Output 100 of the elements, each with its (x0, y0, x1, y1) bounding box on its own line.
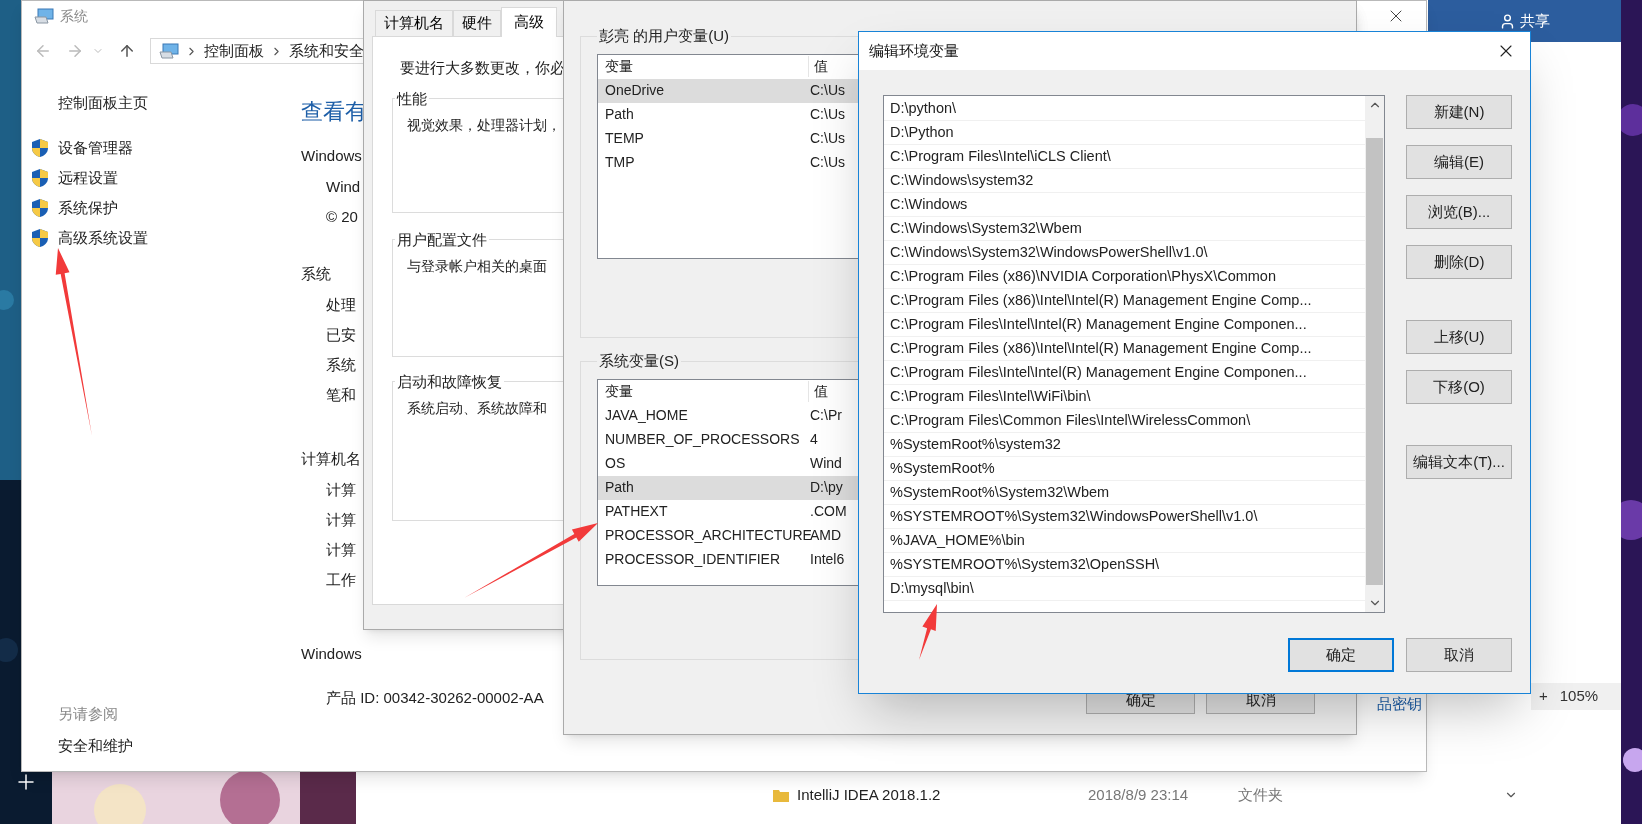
path-entry[interactable]: C:\Windows\System32\WindowsPowerShell\v1.0\ (884, 241, 1365, 265)
breadcrumb-item[interactable]: 控制面板 (204, 39, 264, 63)
action-button[interactable]: 删除(D) (1406, 245, 1512, 279)
tab[interactable]: 硬件 (453, 10, 501, 36)
path-entry[interactable]: C:\Program Files (x86)\NVIDIA Corporation\PhysX\Common (884, 265, 1365, 289)
zoom-in-label[interactable]: + (1539, 685, 1548, 708)
variable-value: C:\Us (810, 129, 845, 148)
sidebar-link[interactable]: 设备管理器 (58, 136, 133, 160)
variable-row[interactable]: Path D:\py (598, 475, 860, 500)
column-header[interactable]: 值 (809, 56, 828, 77)
shield-icon (31, 228, 49, 248)
product-id-text: 产品 ID: 00342-30262-00002-AA (326, 687, 544, 708)
variable-value: Intel6 (810, 550, 845, 569)
see-also-heading: 另请参阅 (58, 704, 119, 724)
section-text: 系统 (325, 355, 356, 375)
intro-text: 要进行大多数更改，你必 (399, 58, 565, 78)
scrollbar-thumb[interactable] (1366, 138, 1383, 585)
variable-name: TMP (604, 153, 636, 172)
file-date: 2018/8/9 23:14 (1088, 784, 1190, 805)
section-title: Windows (301, 146, 362, 166)
group-title: 用户配置文件 (396, 229, 488, 250)
variable-value: Wind (810, 454, 842, 473)
share-button[interactable]: 共享 (1499, 9, 1550, 33)
variable-row[interactable]: OneDrive C:\Us (598, 78, 860, 103)
control-panel-home-link[interactable]: 控制面板主页 (58, 93, 148, 113)
tab[interactable]: 高级 (501, 7, 557, 37)
variable-name: Path (604, 105, 635, 124)
variable-name: PROCESSOR_IDENTIFIER (604, 550, 782, 569)
variable-name: PROCESSOR_ARCHITECTURE (604, 526, 810, 545)
section-text: © 20 (325, 207, 358, 227)
path-entry[interactable]: %SYSTEMROOT%\System32\OpenSSH\ (884, 553, 1365, 577)
action-button[interactable]: 新建(N) (1406, 95, 1512, 129)
path-entry[interactable]: C:\Windows (884, 193, 1365, 217)
path-entry[interactable]: %SystemRoot%\system32 (884, 433, 1365, 457)
path-entry[interactable]: C:\Windows\system32 (884, 169, 1365, 193)
column-header[interactable]: 值 (809, 381, 828, 402)
path-entry[interactable]: C:\Program Files\Intel\WiFi\bin\ (884, 385, 1365, 409)
breadcrumb-item[interactable]: 系统和安全 (289, 39, 364, 63)
dialog-title: 编辑环境变量 (869, 40, 959, 61)
column-header[interactable]: 变量 (598, 381, 809, 402)
up-icon[interactable] (118, 42, 136, 60)
file-name: IntelliJ IDEA 2018.1.2 (797, 784, 942, 805)
sidebar-link[interactable]: 系统保护 (58, 196, 118, 220)
section-text: 计算 (325, 480, 356, 500)
section-title: 计算机名 (301, 449, 361, 469)
path-entry[interactable]: %SYSTEMROOT%\System32\WindowsPowerShell\v1.0\ (884, 505, 1365, 529)
product-key-link[interactable]: 品密钥 (1377, 695, 1422, 713)
folder-icon (773, 788, 789, 802)
section-text: 已安 (325, 325, 356, 345)
file-row[interactable]: IntelliJ IDEA 2018.1.2 2018/8/9 23:14 文件夹 (773, 783, 1283, 807)
shield-icon (31, 138, 49, 158)
variable-value: C:\Pr (810, 406, 842, 425)
path-entry[interactable]: D:\Python (884, 121, 1365, 145)
path-entry[interactable]: C:\Program Files\Intel\Intel(R) Management Engine Componen... (884, 313, 1365, 337)
action-button[interactable]: 上移(U) (1406, 320, 1512, 354)
path-entry[interactable]: C:\Windows\System32\Wbem (884, 217, 1365, 241)
section-text: 计算 (325, 540, 356, 560)
variable-value: AMD (810, 526, 842, 545)
path-entry[interactable]: C:\Program Files\Common Files\Intel\WirelessCommon\ (884, 409, 1365, 433)
section-text: 计算 (325, 510, 356, 530)
sidebar-link[interactable]: 远程设置 (58, 166, 118, 190)
section-text: Wind (325, 177, 361, 197)
path-entry[interactable]: %SystemRoot% (884, 457, 1365, 481)
variable-value: .COM (810, 502, 847, 521)
shield-icon (31, 168, 49, 188)
computer-icon (159, 43, 179, 59)
group-text: 与登录帐户相关的桌面 (407, 258, 547, 276)
path-entry[interactable]: D:\python\ (884, 97, 1365, 121)
section-text: 工作 (325, 570, 356, 590)
variable-value: D:\py (810, 478, 843, 497)
variable-name: OneDrive (604, 81, 666, 100)
path-entry[interactable]: %SystemRoot%\System32\Wbem (884, 481, 1365, 505)
scrollbar[interactable] (1365, 96, 1384, 612)
group-title: 彭亮 的用户变量(U) (598, 26, 730, 46)
sidebar-link[interactable]: 高级系统设置 (58, 226, 148, 250)
dialog-button[interactable]: 确定 (1288, 638, 1394, 672)
action-button[interactable]: 下移(O) (1406, 370, 1512, 404)
variable-name: PATHEXT (604, 502, 669, 521)
dialog-button[interactable]: 取消 (1406, 638, 1512, 672)
path-entry[interactable]: C:\Program Files (x86)\Intel\Intel(R) Management Engine Comp... (884, 337, 1365, 361)
path-entry[interactable]: C:\Program Files (x86)\Intel\Intel(R) Management Engine Comp... (884, 289, 1365, 313)
tab[interactable]: 计算机名 (375, 10, 453, 36)
see-also-link[interactable]: 安全和维护 (58, 734, 301, 757)
variable-name: TEMP (604, 129, 645, 148)
path-entry[interactable]: %JAVA_HOME%\bin (884, 529, 1365, 553)
page-heading: 查看有 (301, 98, 367, 126)
variable-name: Path (604, 478, 635, 497)
section-text: 笔和 (325, 385, 356, 405)
action-button[interactable]: 编辑(E) (1406, 145, 1512, 179)
action-button[interactable]: 编辑文本(T)... (1406, 445, 1512, 479)
window-title: 系统 (60, 6, 88, 26)
action-button[interactable]: 浏览(B)... (1406, 195, 1512, 229)
variable-value: C:\Us (810, 81, 845, 100)
variable-value: 4 (810, 430, 818, 449)
path-entry[interactable]: C:\Program Files\Intel\Intel(R) Management Engine Componen... (884, 361, 1365, 385)
column-header[interactable]: 变量 (598, 56, 809, 77)
path-entry[interactable]: D:\mysql\bin\ (884, 577, 1365, 601)
path-entry[interactable]: C:\Program Files\Intel\iCLS Client\ (884, 145, 1365, 169)
arrow-annotation (919, 604, 937, 660)
variable-value: C:\Us (810, 153, 845, 172)
